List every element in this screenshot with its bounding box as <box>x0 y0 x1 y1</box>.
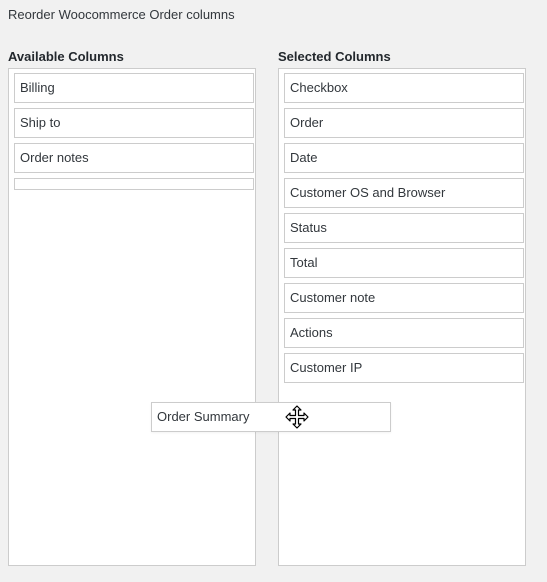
available-columns-heading: Available Columns <box>8 49 124 64</box>
page-title: Reorder Woocommerce Order columns <box>8 7 235 22</box>
selected-item-customer-ip[interactable]: Customer IP <box>284 353 524 383</box>
dragging-item-order-summary[interactable]: Order Summary <box>151 402 391 432</box>
move-cursor-icon <box>285 405 309 429</box>
available-item-ship-to[interactable]: Ship to <box>14 108 254 138</box>
selected-item-customer-os-browser[interactable]: Customer OS and Browser <box>284 178 524 208</box>
selected-item-total[interactable]: Total <box>284 248 524 278</box>
selected-columns-heading: Selected Columns <box>278 49 391 64</box>
selected-columns-list[interactable]: Checkbox Order Date Customer OS and Brow… <box>278 68 526 566</box>
selected-item-checkbox[interactable]: Checkbox <box>284 73 524 103</box>
selected-item-order[interactable]: Order <box>284 108 524 138</box>
available-item-order-notes[interactable]: Order notes <box>14 143 254 173</box>
selected-item-actions[interactable]: Actions <box>284 318 524 348</box>
selected-item-customer-note[interactable]: Customer note <box>284 283 524 313</box>
selected-item-date[interactable]: Date <box>284 143 524 173</box>
available-columns-list[interactable]: Billing Ship to Order notes <box>8 68 256 566</box>
drop-placeholder[interactable] <box>14 178 254 190</box>
selected-item-status[interactable]: Status <box>284 213 524 243</box>
available-item-billing[interactable]: Billing <box>14 73 254 103</box>
